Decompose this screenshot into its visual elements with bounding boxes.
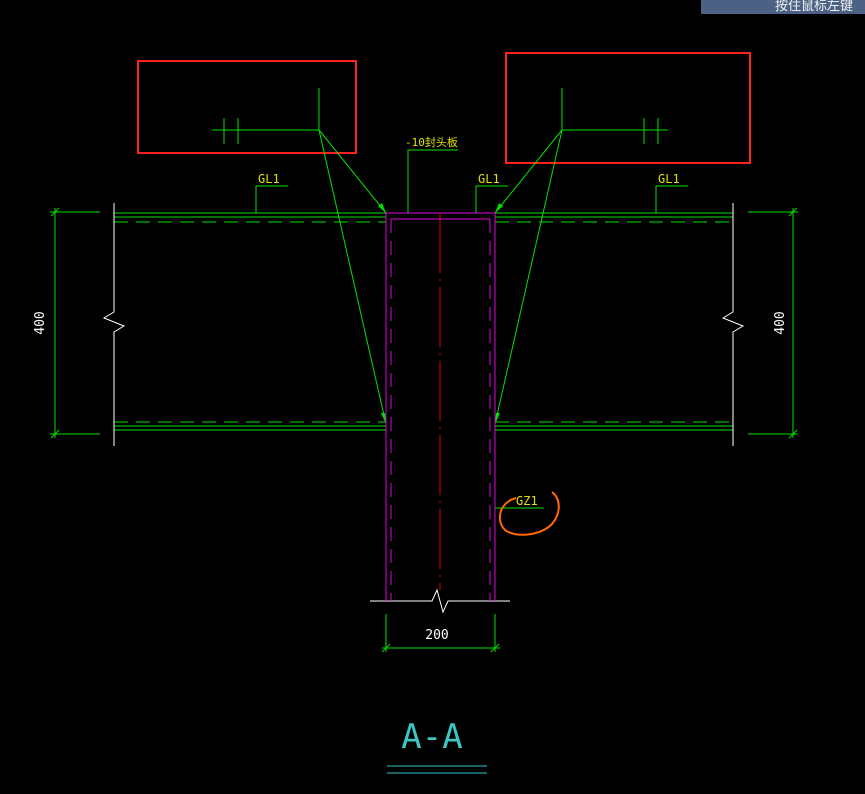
- label-plate: -10封头板: [405, 135, 458, 149]
- dimension-right-value: 400: [773, 311, 788, 334]
- highlight-box-left: [137, 60, 357, 154]
- weld-symbol-right: [561, 88, 668, 144]
- label-leaders: [255, 149, 688, 509]
- label-column: GZ1: [516, 494, 538, 508]
- label-beam-left: GL1: [258, 172, 280, 186]
- section-title: A-A: [401, 717, 462, 757]
- highlight-box-right: [505, 52, 751, 164]
- dimension-bottom-value: 200: [425, 628, 448, 643]
- label-beam-right: GL1: [658, 172, 680, 186]
- cad-drawing-canvas[interactable]: -10封头板 GL1 GL1 GL1 GZ1 400 400 200 A-A: [0, 0, 865, 794]
- beam-right: [495, 212, 733, 431]
- dimension-left: [50, 207, 100, 439]
- break-line-left: [102, 203, 126, 446]
- label-beam-mid: GL1: [478, 172, 500, 186]
- dimension-left-value: 400: [33, 311, 48, 334]
- break-line-right: [721, 203, 745, 446]
- weld-symbol-left: [212, 88, 320, 144]
